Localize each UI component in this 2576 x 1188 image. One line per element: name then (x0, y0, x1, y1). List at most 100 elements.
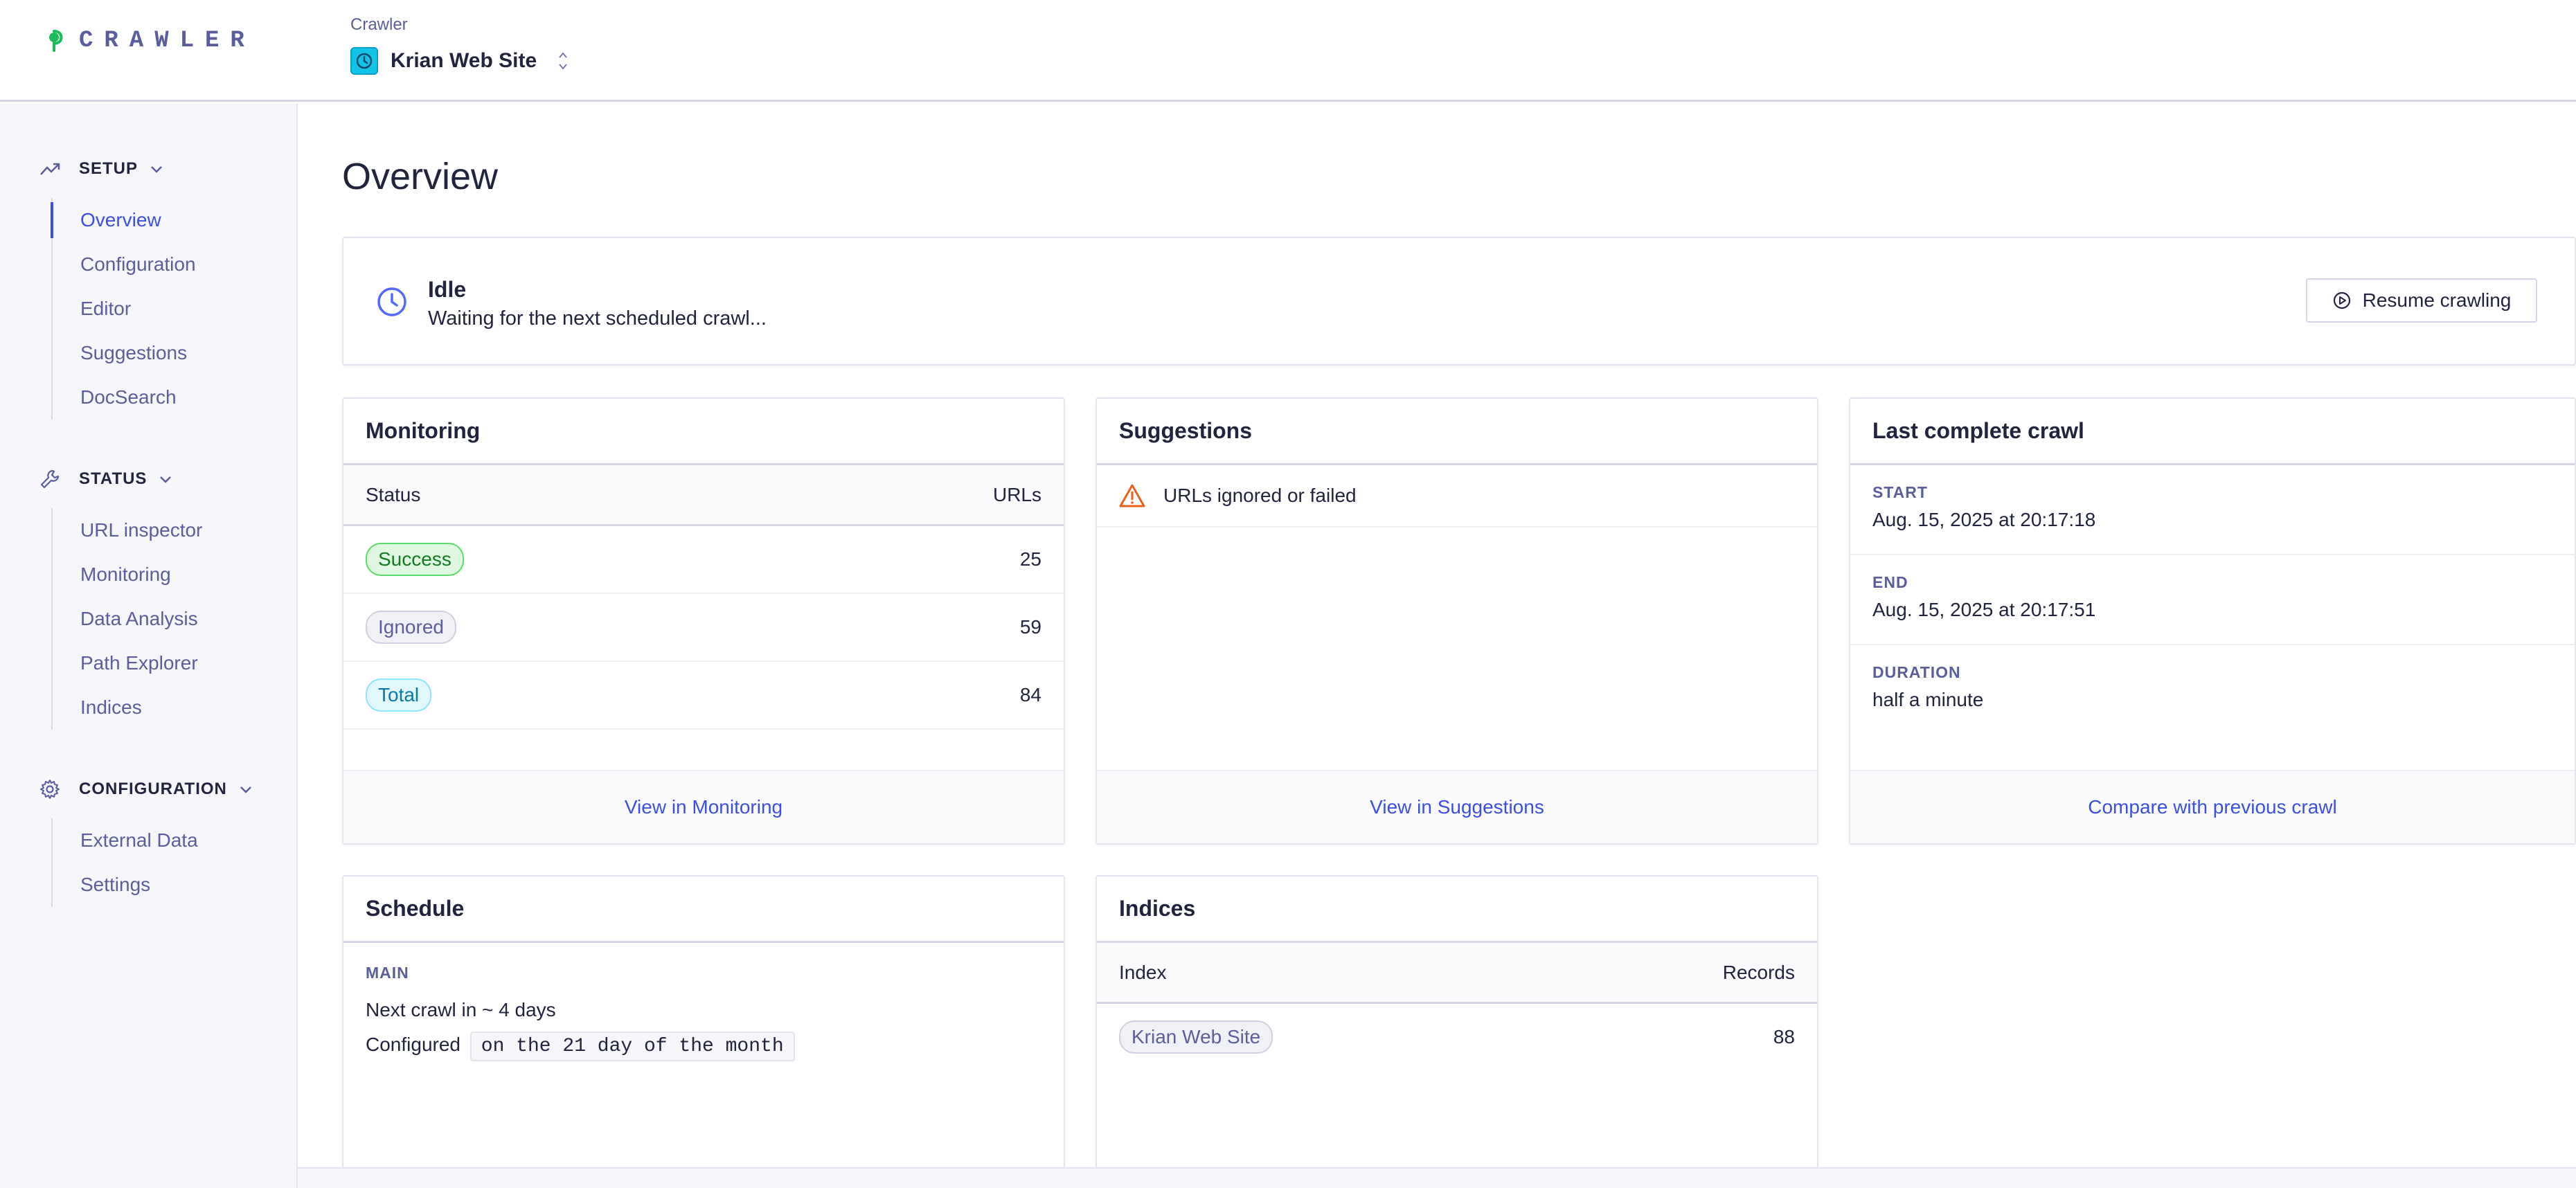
sidebar-item-data-analysis[interactable]: Data Analysis (53, 597, 298, 641)
end-label: END (1872, 573, 1908, 591)
chevron-updown-icon[interactable] (556, 49, 570, 73)
last-crawl-title: Last complete crawl (1850, 399, 2575, 465)
status-badge-total[interactable]: Total (366, 678, 432, 712)
table-row: Success 25 (343, 526, 1064, 594)
sidebar-item-external-data[interactable]: External Data (53, 818, 298, 863)
crawler-logo[interactable]: CRAWLER (44, 28, 256, 54)
indices-title: Indices (1097, 876, 1817, 943)
sidebar-section-header-status[interactable]: STATUS (0, 465, 298, 493)
configured-line: Configured on the 21 day of the month (366, 1032, 1041, 1061)
next-crawl-text: Next crawl in ~ 4 days (366, 999, 556, 1020)
start-label: START (1872, 483, 1928, 501)
sidebar-item-monitoring[interactable]: Monitoring (53, 552, 298, 597)
column-header-index: Index (1119, 961, 1167, 983)
sidebar-section-header-setup[interactable]: SETUP (0, 155, 298, 183)
sidebar: SETUP Overview Configuration Editor Sugg… (0, 104, 298, 1188)
suggestion-label: URLs ignored or failed (1163, 485, 1357, 506)
horizontal-scrollbar[interactable] (298, 1167, 2576, 1188)
sidebar-item-path-explorer[interactable]: Path Explorer (53, 641, 298, 685)
record-count: 88 (1773, 1026, 1795, 1047)
logo-text: CRAWLER (79, 28, 256, 54)
status-badge-success[interactable]: Success (366, 543, 464, 576)
sidebar-section-label: SETUP (79, 159, 138, 178)
app-picker-row[interactable]: Krian Web Site (350, 47, 570, 75)
table-row: Ignored 59 (343, 594, 1064, 662)
wrench-icon (40, 469, 60, 489)
app-picker[interactable]: Crawler Krian Web Site (350, 15, 570, 75)
clock-icon (377, 287, 406, 316)
end-value: Aug. 15, 2025 at 20:17:51 (1872, 599, 2096, 620)
status-title: Idle (428, 277, 467, 302)
schedule-body: MAIN Next crawl in ~ 4 days Configured o… (343, 943, 1064, 1090)
schedule-card: Schedule MAIN Next crawl in ~ 4 days Con… (342, 875, 1065, 1188)
monitoring-footer: View in Monitoring (343, 770, 1064, 843)
sidebar-section-header-configuration[interactable]: CONFIGURATION (0, 775, 298, 803)
suggestions-title: Suggestions (1097, 399, 1817, 465)
configured-prefix: Configured (366, 1034, 460, 1055)
suggestions-card: Suggestions URLs ignored or failed View … (1095, 397, 1818, 845)
sidebar-item-overview[interactable]: Overview (51, 198, 298, 242)
sidebar-item-suggestions[interactable]: Suggestions (53, 331, 298, 375)
sidebar-items-setup: Overview Configuration Editor Suggestion… (51, 198, 298, 420)
table-row: Total 84 (343, 662, 1064, 730)
url-count: 84 (1019, 684, 1041, 705)
gear-icon (40, 780, 60, 799)
crawl-start: START Aug. 15, 2025 at 20:17:18 (1850, 465, 2575, 555)
sidebar-item-settings[interactable]: Settings (53, 863, 298, 907)
indices-table-header: Index Records (1097, 943, 1817, 1004)
trend-icon (40, 163, 60, 175)
sidebar-section-configuration: CONFIGURATION External Data Settings (0, 775, 298, 907)
clock-app-icon (350, 47, 378, 75)
top-header: CRAWLER Crawler Krian Web Site (0, 0, 2576, 102)
view-in-suggestions-link[interactable]: View in Suggestions (1370, 796, 1544, 818)
sidebar-item-docsearch[interactable]: DocSearch (53, 375, 298, 420)
url-count: 25 (1019, 548, 1041, 570)
last-crawl-footer: Compare with previous crawl (1850, 770, 2575, 843)
sidebar-section-label: STATUS (79, 469, 147, 488)
view-in-monitoring-link[interactable]: View in Monitoring (625, 796, 782, 818)
indices-card: Indices Index Records Krian Web Site 88 (1095, 875, 1818, 1188)
resume-crawling-label: Resume crawling (2362, 289, 2512, 311)
crawler-logo-icon (49, 30, 63, 52)
monitoring-title: Monitoring (343, 399, 1064, 465)
page-title: Overview (342, 156, 499, 197)
warning-icon (1119, 484, 1145, 507)
duration-label: DURATION (1872, 663, 1961, 681)
sidebar-item-configuration[interactable]: Configuration (53, 242, 298, 287)
sidebar-item-url-inspector[interactable]: URL inspector (53, 508, 298, 552)
sidebar-item-indices[interactable]: Indices (53, 685, 298, 730)
column-header-records: Records (1722, 961, 1795, 983)
status-badge-ignored[interactable]: Ignored (366, 611, 456, 644)
monitoring-card: Monitoring Status URLs Success 25 Ignore… (342, 397, 1065, 845)
last-crawl-card: Last complete crawl START Aug. 15, 2025 … (1849, 397, 2576, 845)
table-row: Krian Web Site 88 (1097, 1004, 1817, 1070)
crawl-duration: DURATION half a minute (1850, 645, 2575, 735)
compare-previous-crawl-link[interactable]: Compare with previous crawl (2088, 796, 2336, 818)
schedule-label: MAIN (366, 964, 409, 982)
sidebar-items-configuration: External Data Settings (51, 818, 298, 907)
monitoring-table-header: Status URLs (343, 465, 1064, 526)
sidebar-section-label: CONFIGURATION (79, 780, 227, 798)
chevron-down-icon (151, 166, 162, 173)
url-count: 59 (1019, 616, 1041, 638)
crawler-status-card: Idle Waiting for the next scheduled craw… (342, 237, 2576, 366)
app-name: Krian Web Site (391, 49, 537, 72)
schedule-expression: on the 21 day of the month (469, 1032, 795, 1061)
column-header-urls: URLs (992, 483, 1041, 505)
list-item[interactable]: URLs ignored or failed (1097, 465, 1817, 528)
suggestions-footer: View in Suggestions (1097, 770, 1817, 843)
sidebar-section-status: STATUS URL inspector Monitoring Data Ana… (0, 465, 298, 730)
schedule-title: Schedule (343, 876, 1064, 943)
column-header-status: Status (366, 483, 421, 505)
start-value: Aug. 15, 2025 at 20:17:18 (1872, 509, 2096, 530)
crawl-end: END Aug. 15, 2025 at 20:17:51 (1850, 555, 2575, 645)
index-badge[interactable]: Krian Web Site (1119, 1020, 1273, 1054)
chevron-down-icon (240, 786, 251, 793)
status-subtitle: Waiting for the next scheduled crawl... (428, 307, 767, 330)
sidebar-item-editor[interactable]: Editor (53, 287, 298, 331)
sidebar-items-status: URL inspector Monitoring Data Analysis P… (51, 508, 298, 730)
play-circle-icon (2333, 291, 2350, 309)
duration-value: half a minute (1872, 689, 1984, 710)
sidebar-section-setup: SETUP Overview Configuration Editor Sugg… (0, 155, 298, 420)
resume-crawling-button[interactable]: Resume crawling (2306, 278, 2537, 323)
